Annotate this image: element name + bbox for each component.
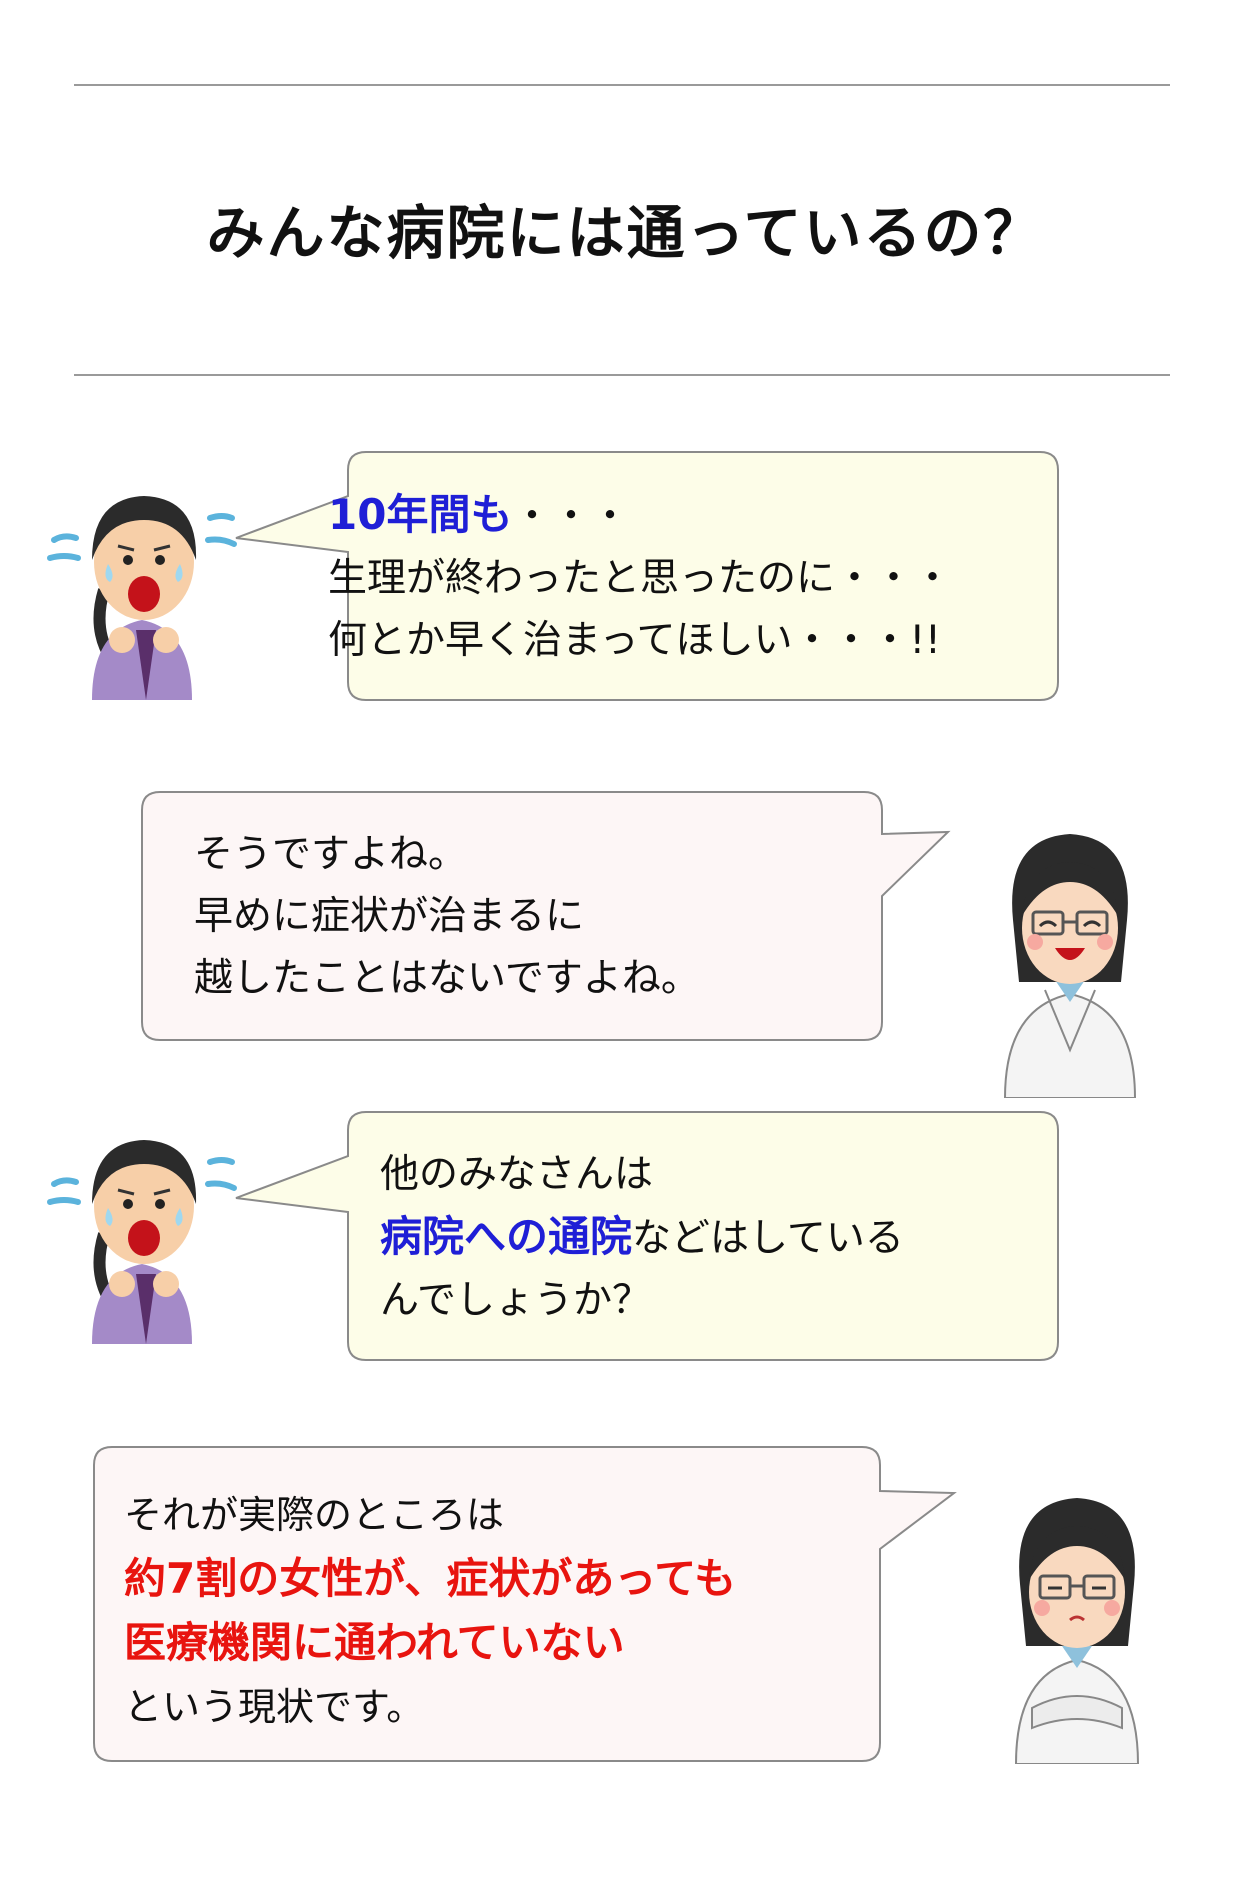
highlight-text: 約7割の女性が、症状があっても xyxy=(124,1554,737,1603)
dialogue-text: 他のみなさんは xyxy=(380,1152,654,1197)
highlight-text: 10年間も xyxy=(328,490,513,539)
dialogue-text: 何とか早く治まってほしい・・・!! xyxy=(328,618,941,663)
worried-woman-icon xyxy=(44,470,244,700)
dialogue-text: ・・・ xyxy=(512,494,630,539)
dialogue-text: などはしている xyxy=(632,1216,904,1261)
smiling-doctor-icon xyxy=(995,830,1145,1099)
dialogue-text: そうですよね。 xyxy=(194,832,468,877)
top-divider xyxy=(74,84,1170,86)
highlight-text: 医療機関に通われていない xyxy=(124,1618,625,1667)
dialogue-text: 生理が終わったと思ったのに・・・ xyxy=(328,556,953,601)
dialogue-text: 早めに症状が治まるに xyxy=(194,894,585,939)
dialogue-text: という現状です。 xyxy=(124,1685,425,1729)
worried-woman-icon xyxy=(44,1114,244,1344)
dialogue-text: 越したことはないですよね。 xyxy=(194,956,700,1001)
speech-bubble-patient-2: 他のみなさんは 病院への通院などはしている んでしょうか？ xyxy=(230,1110,1060,1365)
dialogue-text: それが実際のところは xyxy=(124,1493,505,1537)
highlight-text: 病院への通院 xyxy=(380,1212,633,1261)
dialogue-text: んでしょうか？ xyxy=(380,1278,652,1323)
speech-bubble-doctor-2: それが実際のところは 約7割の女性が、症状があっても 医療機関に通われていない … xyxy=(92,1445,972,1765)
serious-doctor-icon xyxy=(1002,1494,1152,1765)
speech-bubble-doctor-1: そうですよね。 早めに症状が治まるに 越したことはないですよね。 xyxy=(140,790,970,1045)
page-title: みんな病院には通っているの？ xyxy=(206,199,1044,267)
bottom-divider xyxy=(74,374,1170,376)
speech-bubble-patient-1: 10年間も・・・ 生理が終わったと思ったのに・・・ 何とか早く治まってほしい・・… xyxy=(230,450,1060,705)
